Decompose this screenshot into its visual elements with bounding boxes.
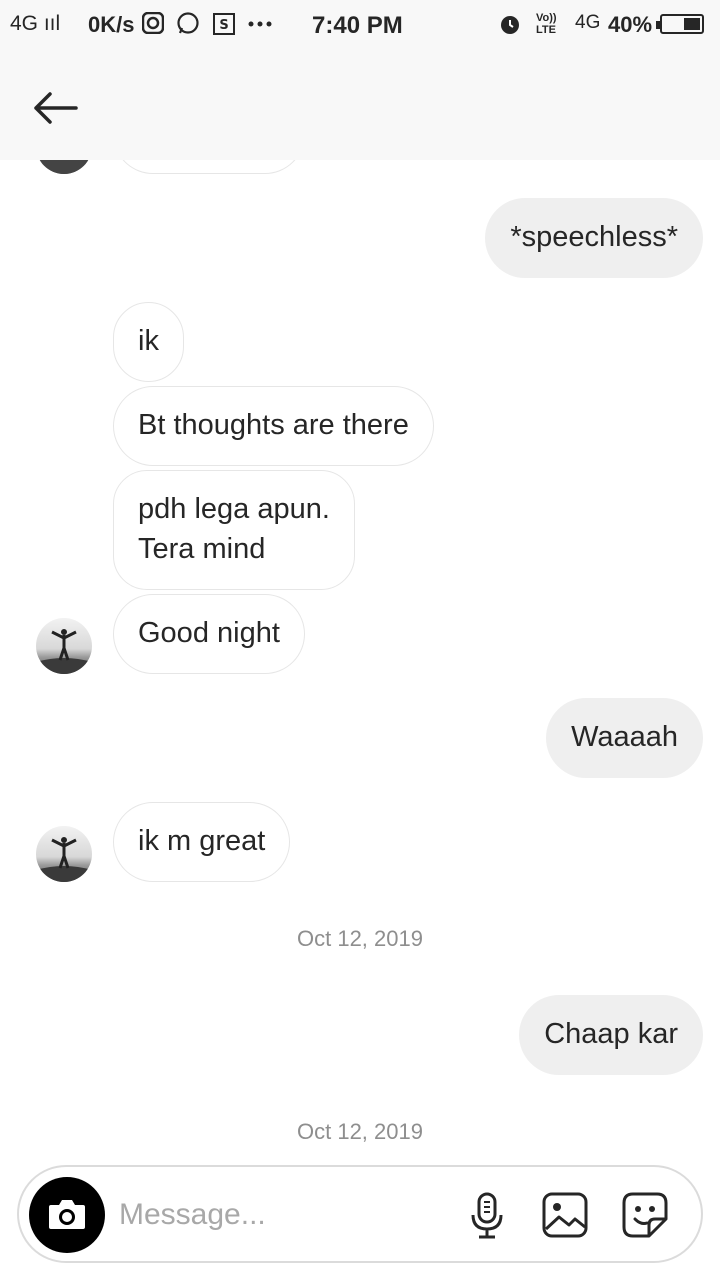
avatar[interactable] [36,826,92,882]
network-speed: 0K/s [88,12,135,37]
gallery-button[interactable] [541,1191,589,1239]
voice-message-button[interactable] [463,1191,511,1239]
image-icon [542,1192,588,1238]
message-bubble-received[interactable]: ik [113,302,184,382]
message-text: Waaaah [571,721,678,753]
message-text: Good night [138,617,280,649]
volte-indicator: Vo)) LTE [536,12,557,36]
message-text: *speechless* [510,221,678,253]
sticker-button[interactable] [621,1191,669,1239]
network-indicator: 4G ııl [10,12,61,35]
arrow-left-icon [34,92,78,124]
message-thread[interactable]: *speechless* ik Bt thoughts are there pd… [0,0,720,1160]
message-text: ik m great [138,825,266,857]
battery-percent: 40% [608,12,653,37]
whatsapp-icon [177,12,199,34]
message-bubble-received[interactable]: Good night [113,594,305,674]
app-notification-icon: S [213,13,235,35]
avatar[interactable] [36,618,92,674]
message-composer [17,1165,703,1263]
sticker-icon [622,1192,668,1238]
message-text: Chaap kar [544,1018,678,1050]
more-notifications-icon [248,21,272,27]
date-separator: Oct 12, 2019 [297,1119,423,1144]
clock: 7:40 PM [312,12,403,39]
chat-header [0,52,720,160]
status-bar: 4G ııl 0K/s S 7:40 PM Vo)) LTE 4G 40% [0,0,720,52]
battery-icon [656,14,704,34]
message-bubble-sent[interactable]: *speechless* [485,198,703,278]
message-bubble-sent[interactable]: Chaap kar [519,995,703,1075]
message-bubble-sent[interactable]: Waaaah [546,698,703,778]
message-text-line2: Tera mind [138,533,266,565]
message-input[interactable] [119,1193,439,1237]
message-text: Bt thoughts are there [138,409,409,441]
back-button[interactable] [28,80,84,136]
alarm-icon [501,16,519,34]
message-bubble-received[interactable]: Bt thoughts are there [113,386,434,466]
camera-button[interactable] [29,1177,105,1253]
message-bubble-received[interactable]: ik m great [113,802,291,882]
message-text: pdh lega apun. [138,493,330,525]
instagram-icon [142,12,164,34]
microphone-icon [471,1192,503,1239]
data-indicator: 4G [575,12,601,33]
message-text: ik [138,325,159,357]
date-separator: Oct 12, 2019 [297,926,423,951]
svg-text:S: S [219,18,228,33]
camera-icon [49,1200,85,1229]
message-bubble-received[interactable]: pdh lega apun. Tera mind [113,470,355,590]
